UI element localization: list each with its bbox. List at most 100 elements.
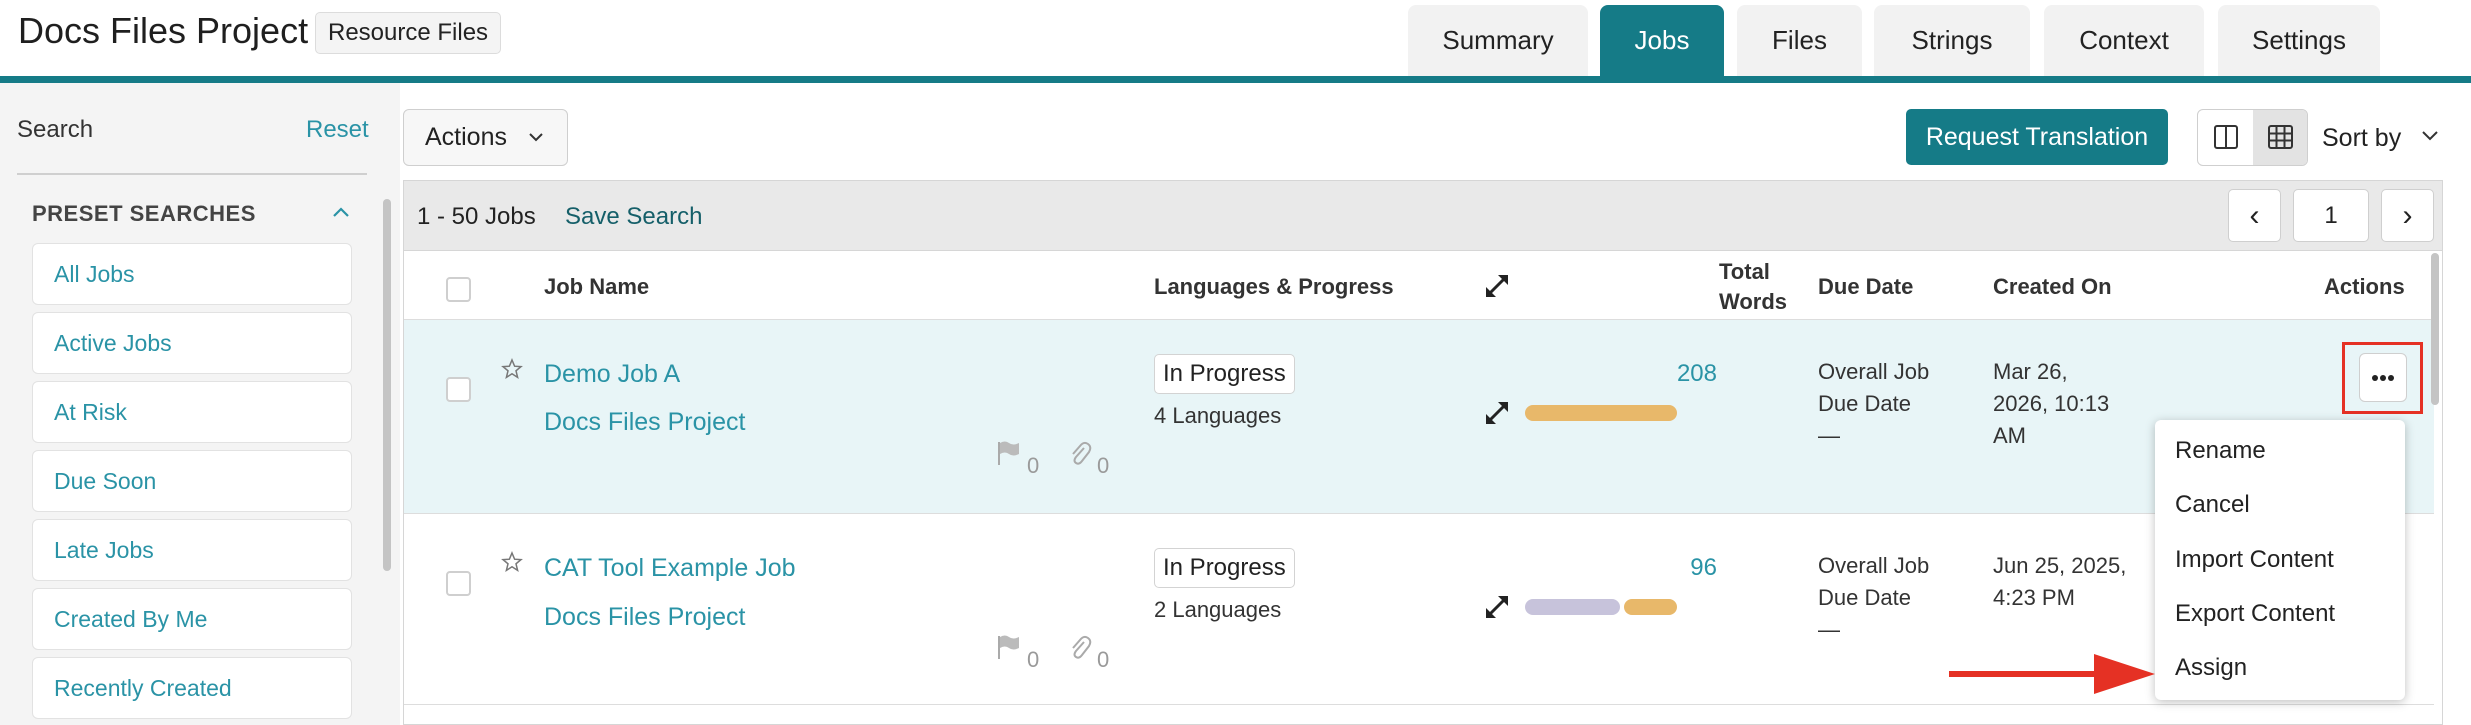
due-line: Due Date [1818, 585, 1911, 610]
page-title: Docs Files Project [18, 10, 309, 51]
menu-item-import-content[interactable]: Import Content [2175, 546, 2334, 574]
resource-files-badge[interactable]: Resource Files [315, 12, 502, 54]
flag-icon [998, 635, 1019, 659]
preset-active-jobs[interactable]: Active Jobs [32, 312, 352, 374]
preset-at-risk[interactable]: At Risk [32, 381, 352, 443]
split-view-icon [2214, 125, 2238, 149]
created-line: 2026, 10:13 [1993, 391, 2110, 416]
sort-by-label[interactable]: Sort by [2322, 124, 2401, 153]
expand-icon[interactable] [1482, 398, 1512, 428]
due-line: Overall Job [1818, 553, 1930, 578]
next-page-button[interactable]: › [2381, 189, 2434, 242]
created-on: Jun 25, 2025, 4:23 PM [1993, 550, 2126, 614]
preset-recently-created[interactable]: Recently Created [32, 657, 352, 719]
language-count: 2 Languages [1154, 597, 1282, 622]
star-icon[interactable] [501, 358, 523, 380]
tab-context[interactable]: Context [2044, 5, 2204, 76]
more-horizontal-icon [2372, 375, 2394, 381]
language-count: 4 Languages [1154, 403, 1282, 428]
split-view-button[interactable] [2198, 110, 2253, 165]
col-due-date[interactable]: Due Date [1818, 274, 1913, 300]
attachment-count: 0 [1097, 453, 1110, 478]
reset-link[interactable]: Reset [306, 116, 369, 144]
star-icon[interactable] [501, 551, 523, 573]
preset-all-jobs[interactable]: All Jobs [32, 243, 352, 305]
actions-label: Actions [425, 123, 507, 151]
tab-summary[interactable]: Summary [1408, 5, 1588, 76]
paperclip-icon [1072, 441, 1092, 465]
view-toggle [2197, 109, 2308, 166]
expand-icon[interactable] [1482, 271, 1512, 301]
jobs-count: 1 - 50 Jobs [417, 203, 536, 230]
created-on: Mar 26, 2026, 10:13 AM [1993, 356, 2109, 452]
tab-jobs[interactable]: Jobs [1600, 5, 1724, 76]
project-link[interactable]: Docs Files Project [544, 603, 745, 632]
preset-due-soon[interactable]: Due Soon [32, 450, 352, 512]
menu-item-rename[interactable]: Rename [2175, 437, 2266, 465]
issue-count: 0 [1027, 453, 1040, 478]
due-line: — [1818, 423, 1840, 448]
due-line: Overall Job [1818, 359, 1930, 384]
project-link[interactable]: Docs Files Project [544, 408, 745, 437]
preset-created-by-me[interactable]: Created By Me [32, 588, 352, 650]
jobs-scrollbar[interactable] [2431, 253, 2439, 405]
col-languages-progress: Languages & Progress [1154, 274, 1394, 299]
jobs-list-bar: 1 - 50 Jobs Save Search ‹ 1 › [404, 181, 2442, 251]
sidebar-divider [17, 173, 367, 175]
row-divider [404, 704, 2434, 705]
flag-icon [998, 441, 1019, 465]
chevron-up-icon[interactable] [330, 201, 352, 223]
created-line: Mar 26, [1993, 359, 2068, 384]
due-line: — [1818, 617, 1840, 642]
created-line: AM [1993, 423, 2026, 448]
paperclip-icon [1072, 635, 1092, 659]
request-translation-button[interactable]: Request Translation [1906, 109, 2168, 165]
total-words[interactable]: 208 [1637, 360, 1717, 388]
col-total-words[interactable]: Total Words [1719, 257, 1787, 317]
created-line: Jun 25, 2025, [1993, 553, 2127, 578]
page-number-input[interactable]: 1 [2293, 189, 2369, 242]
save-search-link[interactable]: Save Search [565, 203, 702, 231]
annotation-arrow-icon [1949, 654, 2155, 694]
total-words[interactable]: 96 [1637, 554, 1717, 582]
progress-bar [1525, 405, 1677, 421]
menu-item-export-content[interactable]: Export Content [2175, 600, 2335, 628]
search-label: Search [17, 116, 94, 143]
prev-page-button[interactable]: ‹ [2228, 189, 2281, 242]
tab-strings[interactable]: Strings [1874, 5, 2030, 76]
col-total-words-line2: Words [1719, 289, 1788, 314]
expand-icon[interactable] [1482, 592, 1512, 622]
tab-settings[interactable]: Settings [2218, 5, 2380, 76]
row-checkbox[interactable] [446, 377, 471, 402]
attachment-count: 0 [1097, 647, 1110, 672]
tab-underline-bar [0, 76, 2471, 83]
tab-files[interactable]: Files [1737, 5, 1862, 76]
search-sidebar: Search Reset PRESET SEARCHES All Jobs Ac… [0, 83, 400, 725]
row-actions-button[interactable] [2359, 353, 2407, 402]
grid-view-icon [2268, 125, 2293, 149]
actions-dropdown-button[interactable]: Actions [403, 109, 568, 166]
issue-count: 0 [1027, 647, 1040, 672]
chevron-down-icon[interactable] [2420, 128, 2440, 142]
preset-searches-heading: PRESET SEARCHES [32, 201, 256, 226]
job-name-link[interactable]: CAT Tool Example Job [544, 554, 796, 583]
job-name-link[interactable]: Demo Job A [544, 360, 680, 389]
preset-late-jobs[interactable]: Late Jobs [32, 519, 352, 581]
col-job-name[interactable]: Job Name [544, 274, 649, 300]
created-line: 4:23 PM [1993, 585, 2075, 610]
menu-item-assign[interactable]: Assign [2175, 654, 2247, 682]
menu-item-cancel[interactable]: Cancel [2175, 491, 2250, 519]
col-created-on[interactable]: Created On [1993, 274, 2112, 300]
project-header: Docs Files Project Resource Files Summar… [0, 0, 2471, 76]
due-date: Overall Job Due Date — [1818, 550, 1929, 646]
sidebar-scrollbar[interactable] [383, 199, 391, 571]
select-all-checkbox[interactable] [446, 277, 471, 302]
progress-bar-segment [1624, 599, 1677, 615]
grid-view-button[interactable] [2253, 110, 2307, 165]
row-checkbox[interactable] [446, 571, 471, 596]
table-row[interactable]: Demo Job A Docs Files Project 0 0 In Pro… [404, 320, 2434, 513]
col-total-words-line1: Total [1719, 259, 1770, 284]
status-badge: In Progress [1154, 354, 1295, 394]
due-line: Due Date [1818, 391, 1911, 416]
chevron-down-icon [529, 133, 543, 142]
